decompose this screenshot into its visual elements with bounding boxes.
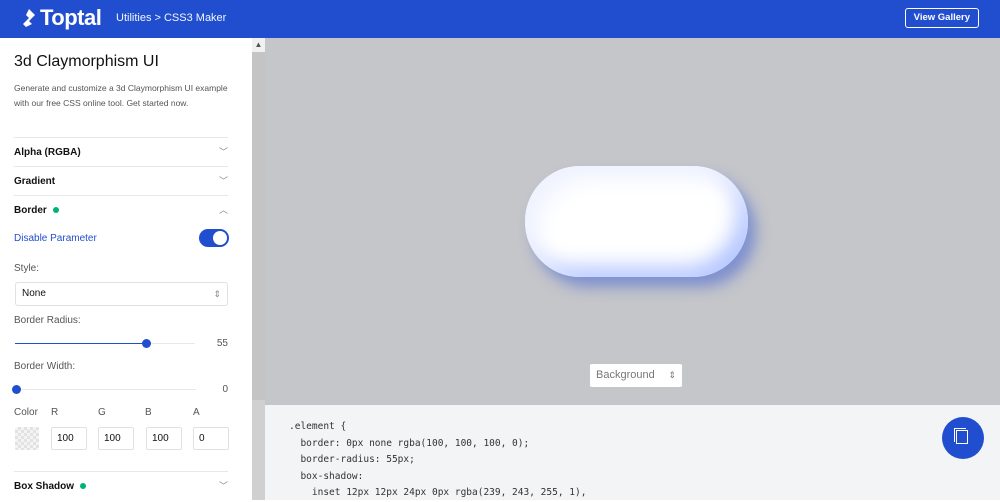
background-select[interactable]: Background ⇕ <box>590 364 682 387</box>
toptal-logo[interactable]: Toptal <box>20 5 102 31</box>
page-title: 3d Claymorphism UI <box>14 53 159 70</box>
toptal-logo-icon <box>23 9 35 27</box>
chevron-down-icon: ﹀ <box>218 147 228 157</box>
chevron-down-icon: ﹀ <box>218 176 228 186</box>
color-label: Color <box>14 407 38 418</box>
copy-code-button[interactable] <box>942 417 984 459</box>
b-label: B <box>145 407 152 418</box>
code-line: border: 0px none rgba(100, 100, 100, 0); <box>289 437 530 449</box>
updown-icon: ⇕ <box>668 370 676 380</box>
scrollbar-thumb[interactable] <box>252 52 265 400</box>
code-line: box-shadow: <box>289 470 364 482</box>
section-alpha[interactable]: Alpha (RGBA) ﹀ <box>14 137 228 166</box>
logo-text: Toptal <box>40 5 102 30</box>
disable-parameter-label: Disable Parameter <box>14 233 97 244</box>
scroll-up-icon[interactable]: ▲ <box>252 38 265 52</box>
code-line: .element { <box>289 421 347 432</box>
border-width-label: Border Width: <box>14 361 76 372</box>
g-input[interactable]: 100 <box>98 427 134 450</box>
code-line: inset 12px 12px 24px 0px rgba(239, 243, … <box>289 487 587 498</box>
g-label: G <box>98 407 106 418</box>
border-radius-label: Border Radius: <box>14 315 81 326</box>
section-label: Box Shadow <box>14 481 75 492</box>
slider-handle[interactable] <box>12 385 21 394</box>
style-select[interactable]: None ⇕ <box>15 282 228 306</box>
chevron-up-icon: ︿ <box>218 205 228 215</box>
css-code-output[interactable]: .element { border: 0px none rgba(100, 10… <box>265 405 1000 500</box>
preview-area: Background ⇕ <box>265 38 1000 405</box>
border-width-value: 0 <box>222 384 228 395</box>
active-dot-icon <box>52 207 59 214</box>
sidebar: 3d Claymorphism UI Generate and customiz… <box>0 38 252 500</box>
updown-icon: ⇕ <box>213 289 221 299</box>
b-input[interactable]: 100 <box>146 427 182 450</box>
style-label: Style: <box>14 263 40 274</box>
page-description: Generate and customize a 3d Claymorphism… <box>14 83 228 108</box>
sidebar-scrollbar[interactable]: ▲ <box>252 38 265 500</box>
view-gallery-button[interactable]: View Gallery <box>904 8 979 28</box>
disable-parameter-toggle[interactable] <box>199 229 229 247</box>
section-label: Border <box>14 205 47 216</box>
border-width-slider[interactable] <box>12 385 196 394</box>
top-header: Toptal Utilities > CSS3 Maker View Galle… <box>0 0 1000 38</box>
section-label: Alpha (RGBA) <box>14 147 81 158</box>
copy-icon <box>956 430 968 444</box>
chevron-down-icon: ﹀ <box>218 481 228 491</box>
r-label: R <box>51 407 59 418</box>
border-radius-value: 55 <box>216 338 228 349</box>
background-select-value: Background <box>596 369 655 381</box>
code-line: border-radius: 55px; <box>289 454 415 465</box>
section-gradient[interactable]: Gradient ﹀ <box>14 166 228 195</box>
active-dot-icon <box>80 483 87 490</box>
style-value: None <box>22 288 46 299</box>
section-label: Gradient <box>14 176 56 187</box>
section-border[interactable]: Border ︿ <box>14 195 228 224</box>
border-radius-slider[interactable] <box>15 339 195 348</box>
claymorphism-element <box>525 166 748 277</box>
r-input[interactable]: 100 <box>51 427 87 450</box>
breadcrumb[interactable]: Utilities > CSS3 Maker <box>116 12 226 24</box>
a-label: A <box>193 407 200 418</box>
a-input[interactable]: 0 <box>193 427 229 450</box>
slider-handle[interactable] <box>142 339 152 348</box>
section-box-shadow[interactable]: Box Shadow ﹀ <box>14 471 228 500</box>
color-swatch[interactable] <box>15 427 39 450</box>
